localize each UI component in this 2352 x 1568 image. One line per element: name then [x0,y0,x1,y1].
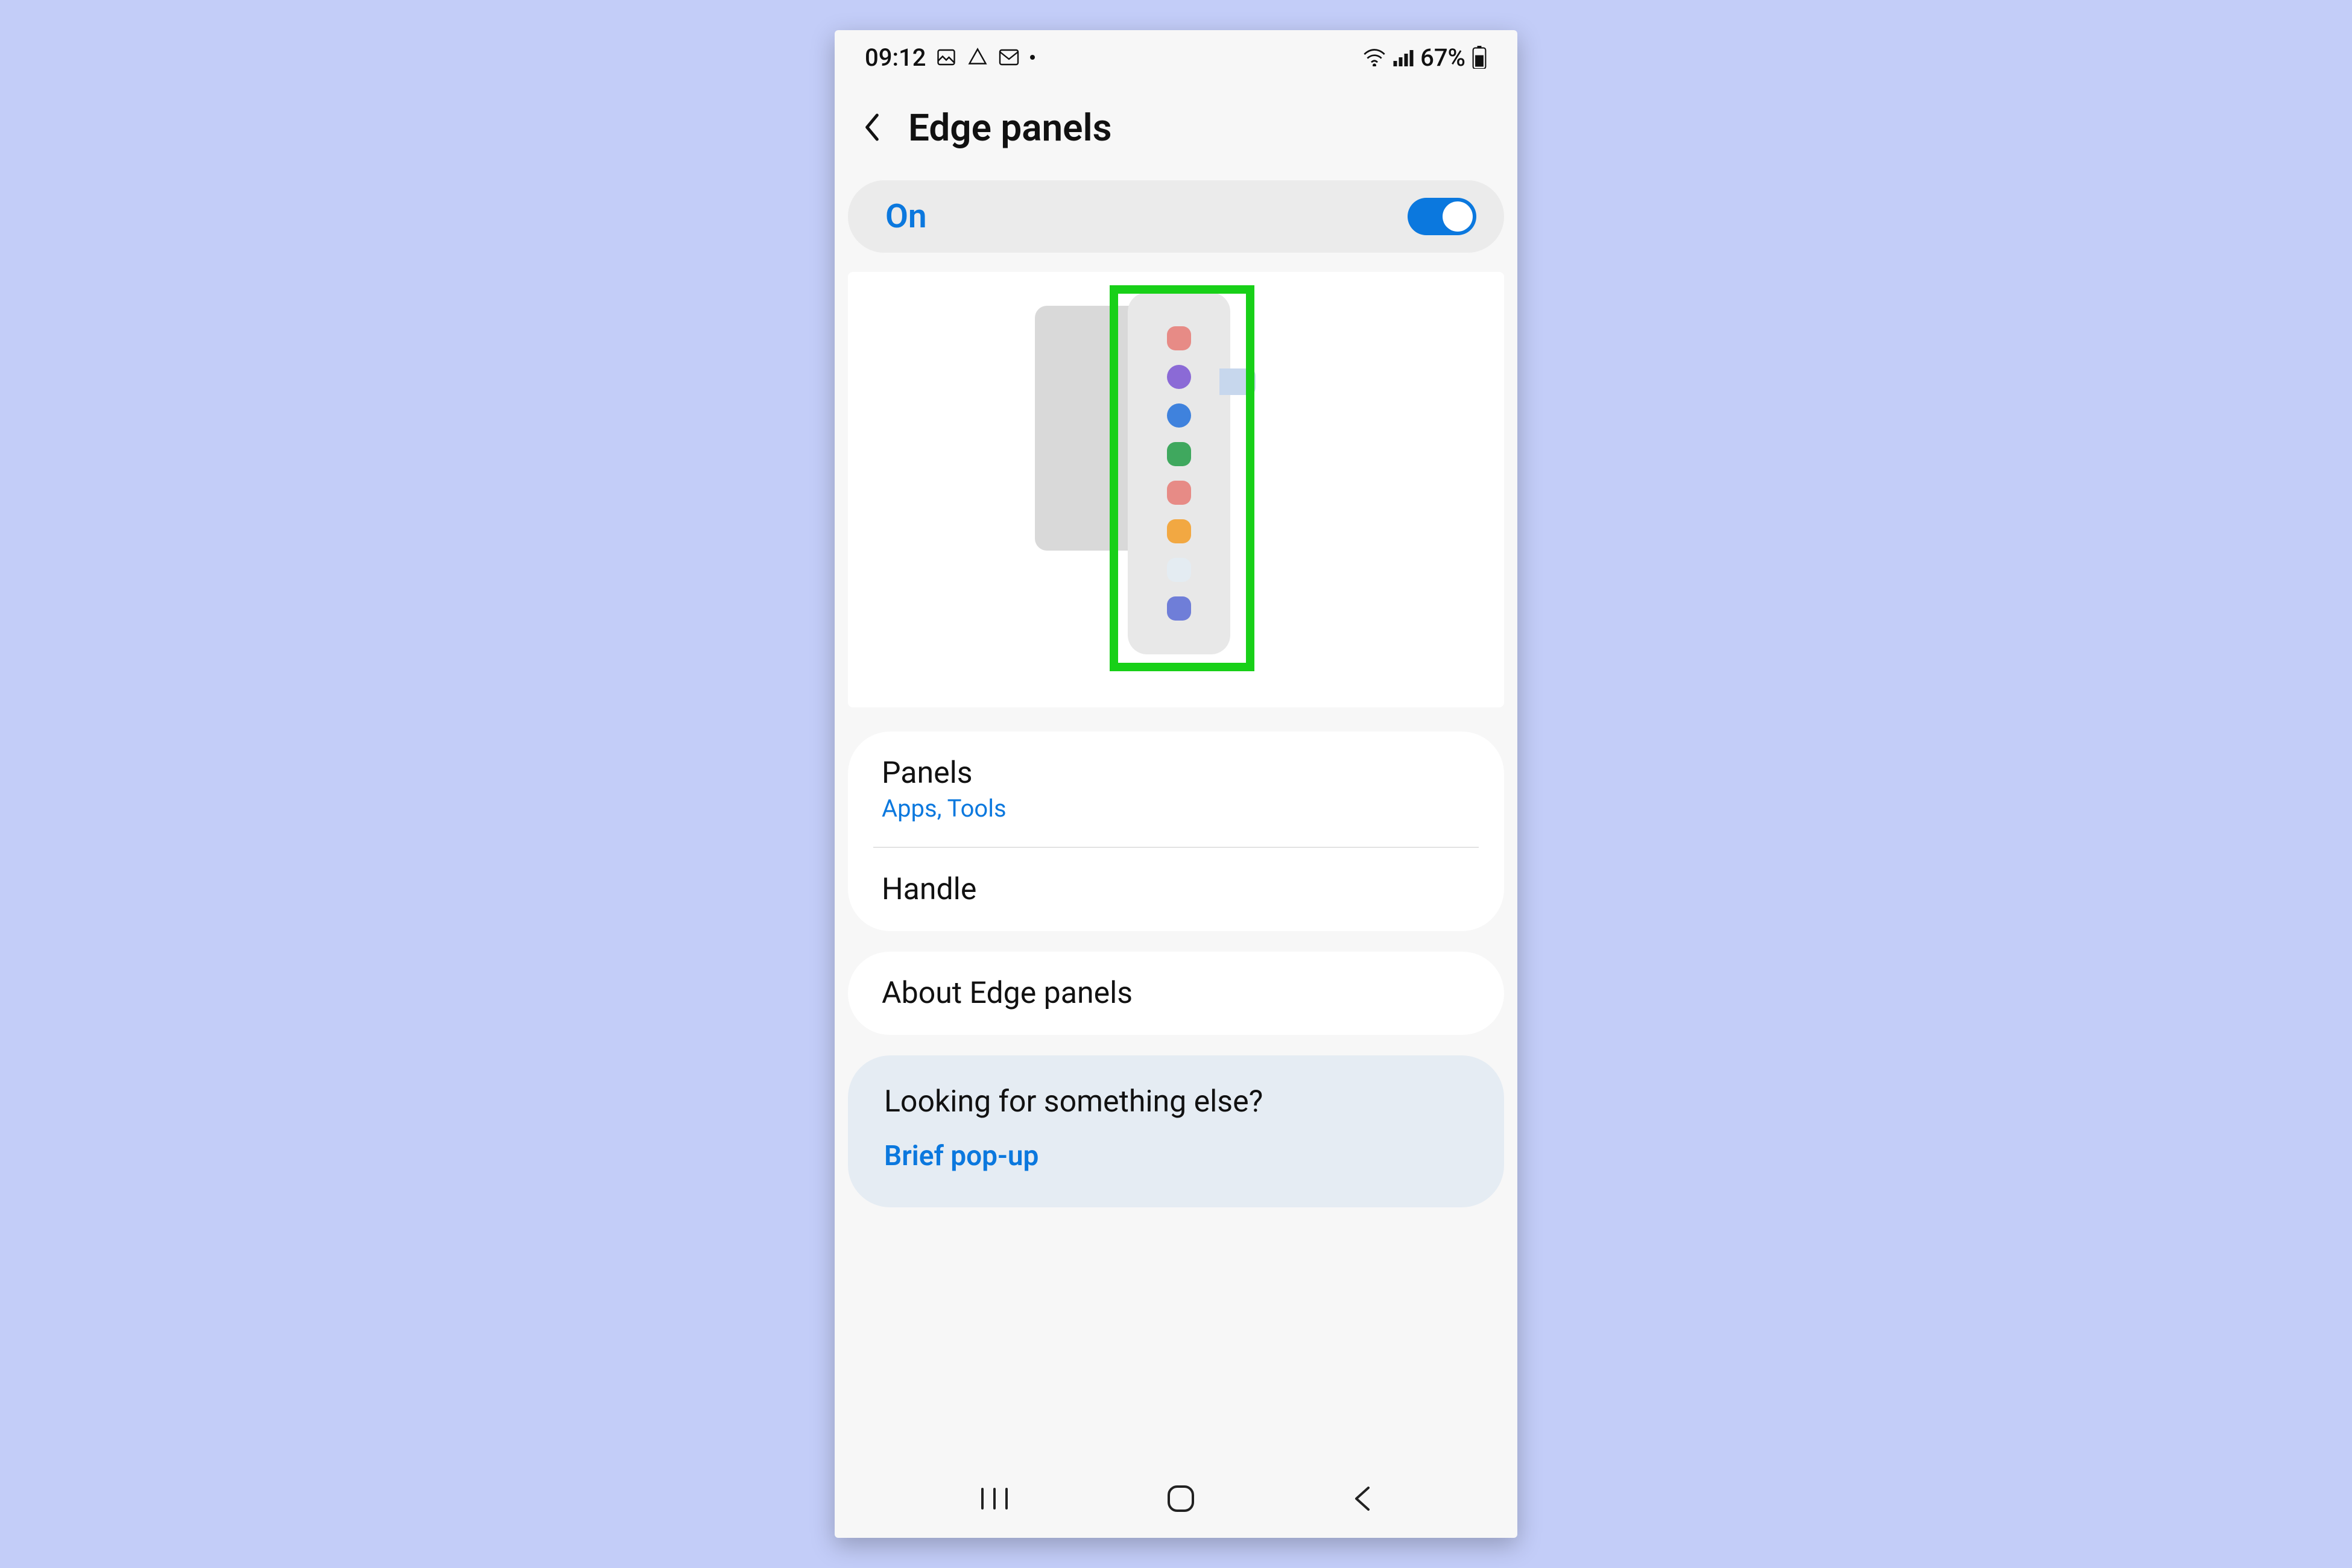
signal-icon [1393,48,1414,66]
wifi-icon [1362,48,1386,66]
settings-list-2: About Edge panels [848,952,1504,1035]
preview-wrap [1007,290,1345,671]
panels-row-subtitle: Apps, Tools [882,794,1470,823]
image-icon [935,46,957,68]
status-battery-text: 67% [1420,43,1465,72]
panels-row-title: Panels [882,756,1470,791]
toggle-switch[interactable] [1408,198,1476,235]
nav-home-button[interactable] [1165,1483,1197,1514]
preview-app-dot [1167,403,1191,428]
about-row-title: About Edge panels [882,976,1470,1011]
preview-app-dot [1167,481,1191,505]
preview-app-dot [1167,365,1191,389]
handle-row[interactable]: Handle [848,848,1504,931]
status-right: 67% [1362,43,1487,72]
status-bar: 09:12 67% [835,30,1517,84]
status-left: 09:12 [865,43,1035,72]
preview-app-dot [1167,596,1191,621]
status-time: 09:12 [865,43,926,72]
preview-app-dot [1167,519,1191,543]
preview-card [848,272,1504,707]
panels-row[interactable]: Panels Apps, Tools [848,732,1504,847]
suggestions-title: Looking for something else? [884,1084,1468,1119]
suggestions-card: Looking for something else? Brief pop-up [848,1055,1504,1207]
settings-list-1: Panels Apps, Tools Handle [848,732,1504,931]
handle-row-title: Handle [882,872,1470,907]
battery-icon [1472,46,1487,69]
nav-recents-button[interactable] [978,1484,1011,1513]
more-dot-icon [1029,54,1035,60]
preview-handle-indicator [1219,368,1256,395]
nav-back-button[interactable] [1350,1484,1374,1513]
preview-app-dot [1167,442,1191,466]
phone-frame: 09:12 67% [835,30,1517,1538]
about-row[interactable]: About Edge panels [848,952,1504,1035]
toggle-knob [1443,201,1473,232]
suggestions-link[interactable]: Brief pop-up [884,1140,1468,1172]
master-toggle-row[interactable]: On [848,180,1504,253]
preview-panel-tray[interactable] [1128,292,1230,654]
preview-app-dot [1167,326,1191,350]
back-button[interactable] [860,110,884,147]
drive-icon [967,46,988,68]
page-title: Edge panels [908,106,1112,150]
preview-app-dot [1167,558,1191,582]
system-nav-bar [835,1459,1517,1538]
gmail-icon [998,48,1020,66]
toggle-label: On [885,197,927,236]
page-header: Edge panels [835,84,1517,180]
